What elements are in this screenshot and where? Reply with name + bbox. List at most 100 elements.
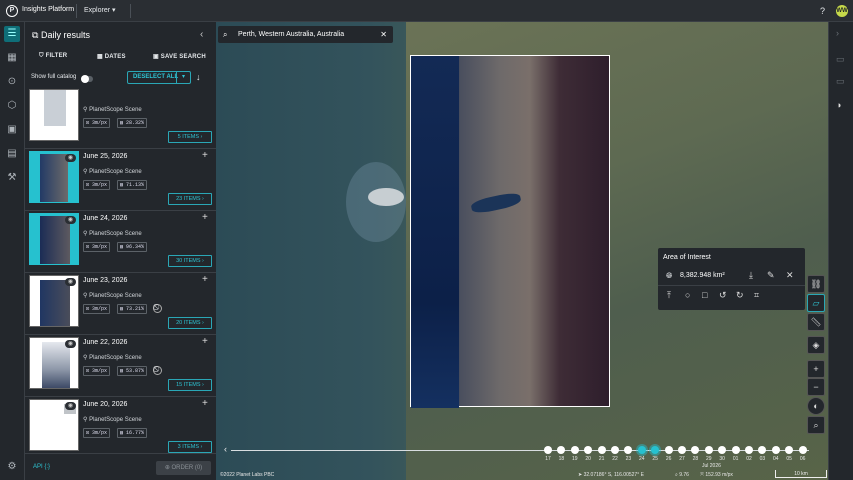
add-plus-icon[interactable]: + — [202, 336, 208, 347]
items-button[interactable]: 30 ITEMS › — [168, 255, 212, 267]
scene-footprint[interactable] — [410, 55, 610, 408]
dates-label: DATES — [104, 54, 126, 60]
timeline-day-dot[interactable] — [637, 446, 646, 454]
link-icon[interactable]: ⛓ — [807, 275, 825, 293]
rectangle-draw-icon[interactable]: □ — [702, 290, 707, 300]
crop-icon[interactable]: ⌗ — [754, 290, 759, 301]
pin-icon[interactable]: ⊙ — [4, 74, 20, 90]
timeline-day-dot[interactable] — [731, 446, 740, 454]
order-button[interactable]: ⊕ ORDER (0) — [156, 461, 211, 475]
draw-aoi-icon[interactable]: ▱ — [807, 294, 825, 312]
close-icon[interactable]: ✕ — [786, 270, 794, 281]
planet-logo[interactable]: P — [6, 5, 18, 17]
timeline-day-dot[interactable] — [597, 446, 606, 454]
timeline-day-dot[interactable] — [745, 446, 753, 454]
sensor-label: ⚲ PlanetScope Scene — [83, 169, 142, 175]
timeline-prev-icon[interactable]: ‹ — [224, 444, 227, 454]
deselect-all-button[interactable]: ▾ DESELECT ALL — [127, 71, 191, 84]
list-item[interactable]: ⚲ PlanetScope Scene ⊡ 3m/px ▨ 28.32% 5 I… — [25, 89, 216, 149]
app-name[interactable]: Insights Platform — [22, 6, 74, 13]
api-link[interactable]: API {:} — [33, 464, 50, 470]
add-plus-icon[interactable]: + — [202, 398, 208, 409]
timeline-day-dot[interactable] — [570, 446, 579, 454]
location-search-input[interactable]: ⌕ Perth, Western Australia, Australia ✕ — [218, 26, 393, 43]
tools-icon[interactable]: ⚒ — [4, 170, 20, 186]
layers-icon[interactable]: ◈ — [807, 336, 825, 354]
circle-draw-icon[interactable]: ○ — [685, 290, 690, 300]
list-item[interactable]: ◉ June 23, 2026 + ⚲ PlanetScope Scene ⊡ … — [25, 273, 216, 335]
list-item[interactable]: ◉ June 20, 2026 + ⚲ PlanetScope Scene ⊡ … — [25, 397, 216, 459]
upload-icon[interactable]: ⤒ — [667, 290, 671, 301]
grid-icon[interactable]: ▦ — [4, 50, 20, 66]
panel-title: ⧉ Daily results — [32, 30, 90, 41]
explorer-menu[interactable]: Explorer ▾ — [84, 6, 116, 14]
list-item[interactable]: ◉ June 25, 2026 + ⚲ PlanetScope Scene ⊡ … — [25, 149, 216, 211]
results-icon[interactable]: ☰ — [4, 26, 20, 42]
cloud-cover-text: 16.77% — [126, 430, 145, 436]
deselect-caret-icon[interactable]: ▾ — [176, 72, 190, 83]
scene-thumbnail[interactable] — [29, 89, 79, 141]
eye-icon[interactable]: ◉ — [65, 154, 76, 162]
document-icon[interactable]: ▤ — [4, 146, 20, 162]
compass-icon[interactable]: ◐ — [807, 397, 825, 415]
list-item[interactable]: ◉ June 22, 2026 + ⚲ PlanetScope Scene ⊡ … — [25, 335, 216, 397]
timeline-day-dot[interactable] — [611, 446, 619, 454]
zoom-out-icon[interactable]: − — [807, 378, 825, 396]
download-icon[interactable]: ⤓ — [749, 270, 753, 281]
items-button[interactable]: 20 ITEMS › — [168, 317, 212, 329]
timeline-day-dot[interactable] — [704, 446, 713, 454]
timeline-day-dot[interactable] — [664, 446, 673, 454]
eye-icon[interactable]: ◉ — [65, 340, 76, 348]
avatar[interactable]: WW — [836, 5, 848, 17]
rotate-right-icon[interactable]: ↻ — [736, 290, 744, 301]
dates-button[interactable]: ▦ DATES — [97, 53, 126, 60]
show-full-catalog-label: Show full catalog — [31, 74, 77, 80]
save-search-button[interactable]: ▣ SAVE SEARCH — [153, 53, 206, 60]
edit-pencil-icon[interactable]: ✎ — [767, 270, 775, 281]
panel-icon-2[interactable]: ▭ — [836, 76, 845, 87]
show-full-catalog-toggle[interactable] — [81, 75, 93, 83]
add-plus-icon[interactable]: + — [202, 212, 208, 223]
scene-thumbnail[interactable]: ◉ — [29, 275, 79, 327]
items-button[interactable]: 3 ITEMS › — [168, 441, 212, 453]
panel-icon-1[interactable]: ▭ — [836, 54, 845, 65]
timeline-day-dot[interactable] — [544, 446, 552, 454]
settings-gear-icon[interactable]: ⚙ — [4, 459, 20, 475]
sort-arrow-icon[interactable]: ↓ — [196, 72, 201, 82]
save-search-label: SAVE SEARCH — [160, 54, 206, 60]
filter-button[interactable]: ⛉ FILTER — [39, 53, 67, 60]
results-list[interactable]: ⚲ PlanetScope Scene ⊡ 3m/px ▨ 28.32% 5 I… — [25, 89, 216, 467]
contrast-icon[interactable]: ◑ — [836, 100, 841, 110]
items-button[interactable]: 5 ITEMS › — [168, 131, 212, 143]
island — [368, 188, 404, 206]
eye-icon[interactable]: ◉ — [65, 402, 76, 410]
scene-thumbnail[interactable]: ◉ — [29, 213, 79, 265]
timeline-day-dot[interactable] — [678, 446, 686, 454]
scene-thumbnail[interactable]: ◉ — [29, 337, 79, 389]
scene-thumbnail[interactable]: ◉ — [29, 399, 79, 451]
help-icon[interactable]: ? — [820, 5, 825, 17]
timeline-day-label: 18 — [558, 456, 565, 462]
collapse-right-icon[interactable]: › — [836, 28, 839, 38]
eye-icon[interactable]: ◉ — [65, 216, 76, 224]
timeline-day-dot[interactable] — [771, 446, 780, 454]
collapse-chevron-icon[interactable]: ‹ — [200, 29, 203, 40]
items-button[interactable]: 23 ITEMS › — [168, 193, 212, 205]
zoom-in-icon[interactable]: + — [807, 360, 825, 378]
scene-thumbnail[interactable]: ◉ — [29, 151, 79, 203]
image-icon[interactable]: ▣ — [4, 122, 20, 138]
clear-close-icon[interactable]: ✕ — [380, 26, 387, 43]
resolution-badge: ⊡ 3m/px — [83, 304, 111, 314]
search-zoom-icon[interactable]: ⌕ — [807, 416, 825, 434]
eye-icon[interactable]: ◉ — [65, 278, 76, 286]
timeline-day-dot[interactable] — [798, 446, 807, 454]
cloud-cover-badge: ▨ 53.87% — [117, 366, 148, 376]
list-item[interactable]: ◉ June 24, 2026 + ⚲ PlanetScope Scene ⊡ … — [25, 211, 216, 273]
ruler-icon[interactable]: 📏︎ — [807, 313, 825, 331]
add-plus-icon[interactable]: + — [202, 150, 208, 161]
polygon-icon[interactable]: ⬡ — [4, 98, 20, 114]
rotate-left-icon[interactable]: ↺ — [719, 290, 727, 301]
scale-bar: 10 km — [775, 470, 827, 478]
items-button[interactable]: 15 ITEMS › — [168, 379, 212, 391]
add-plus-icon[interactable]: + — [202, 274, 208, 285]
